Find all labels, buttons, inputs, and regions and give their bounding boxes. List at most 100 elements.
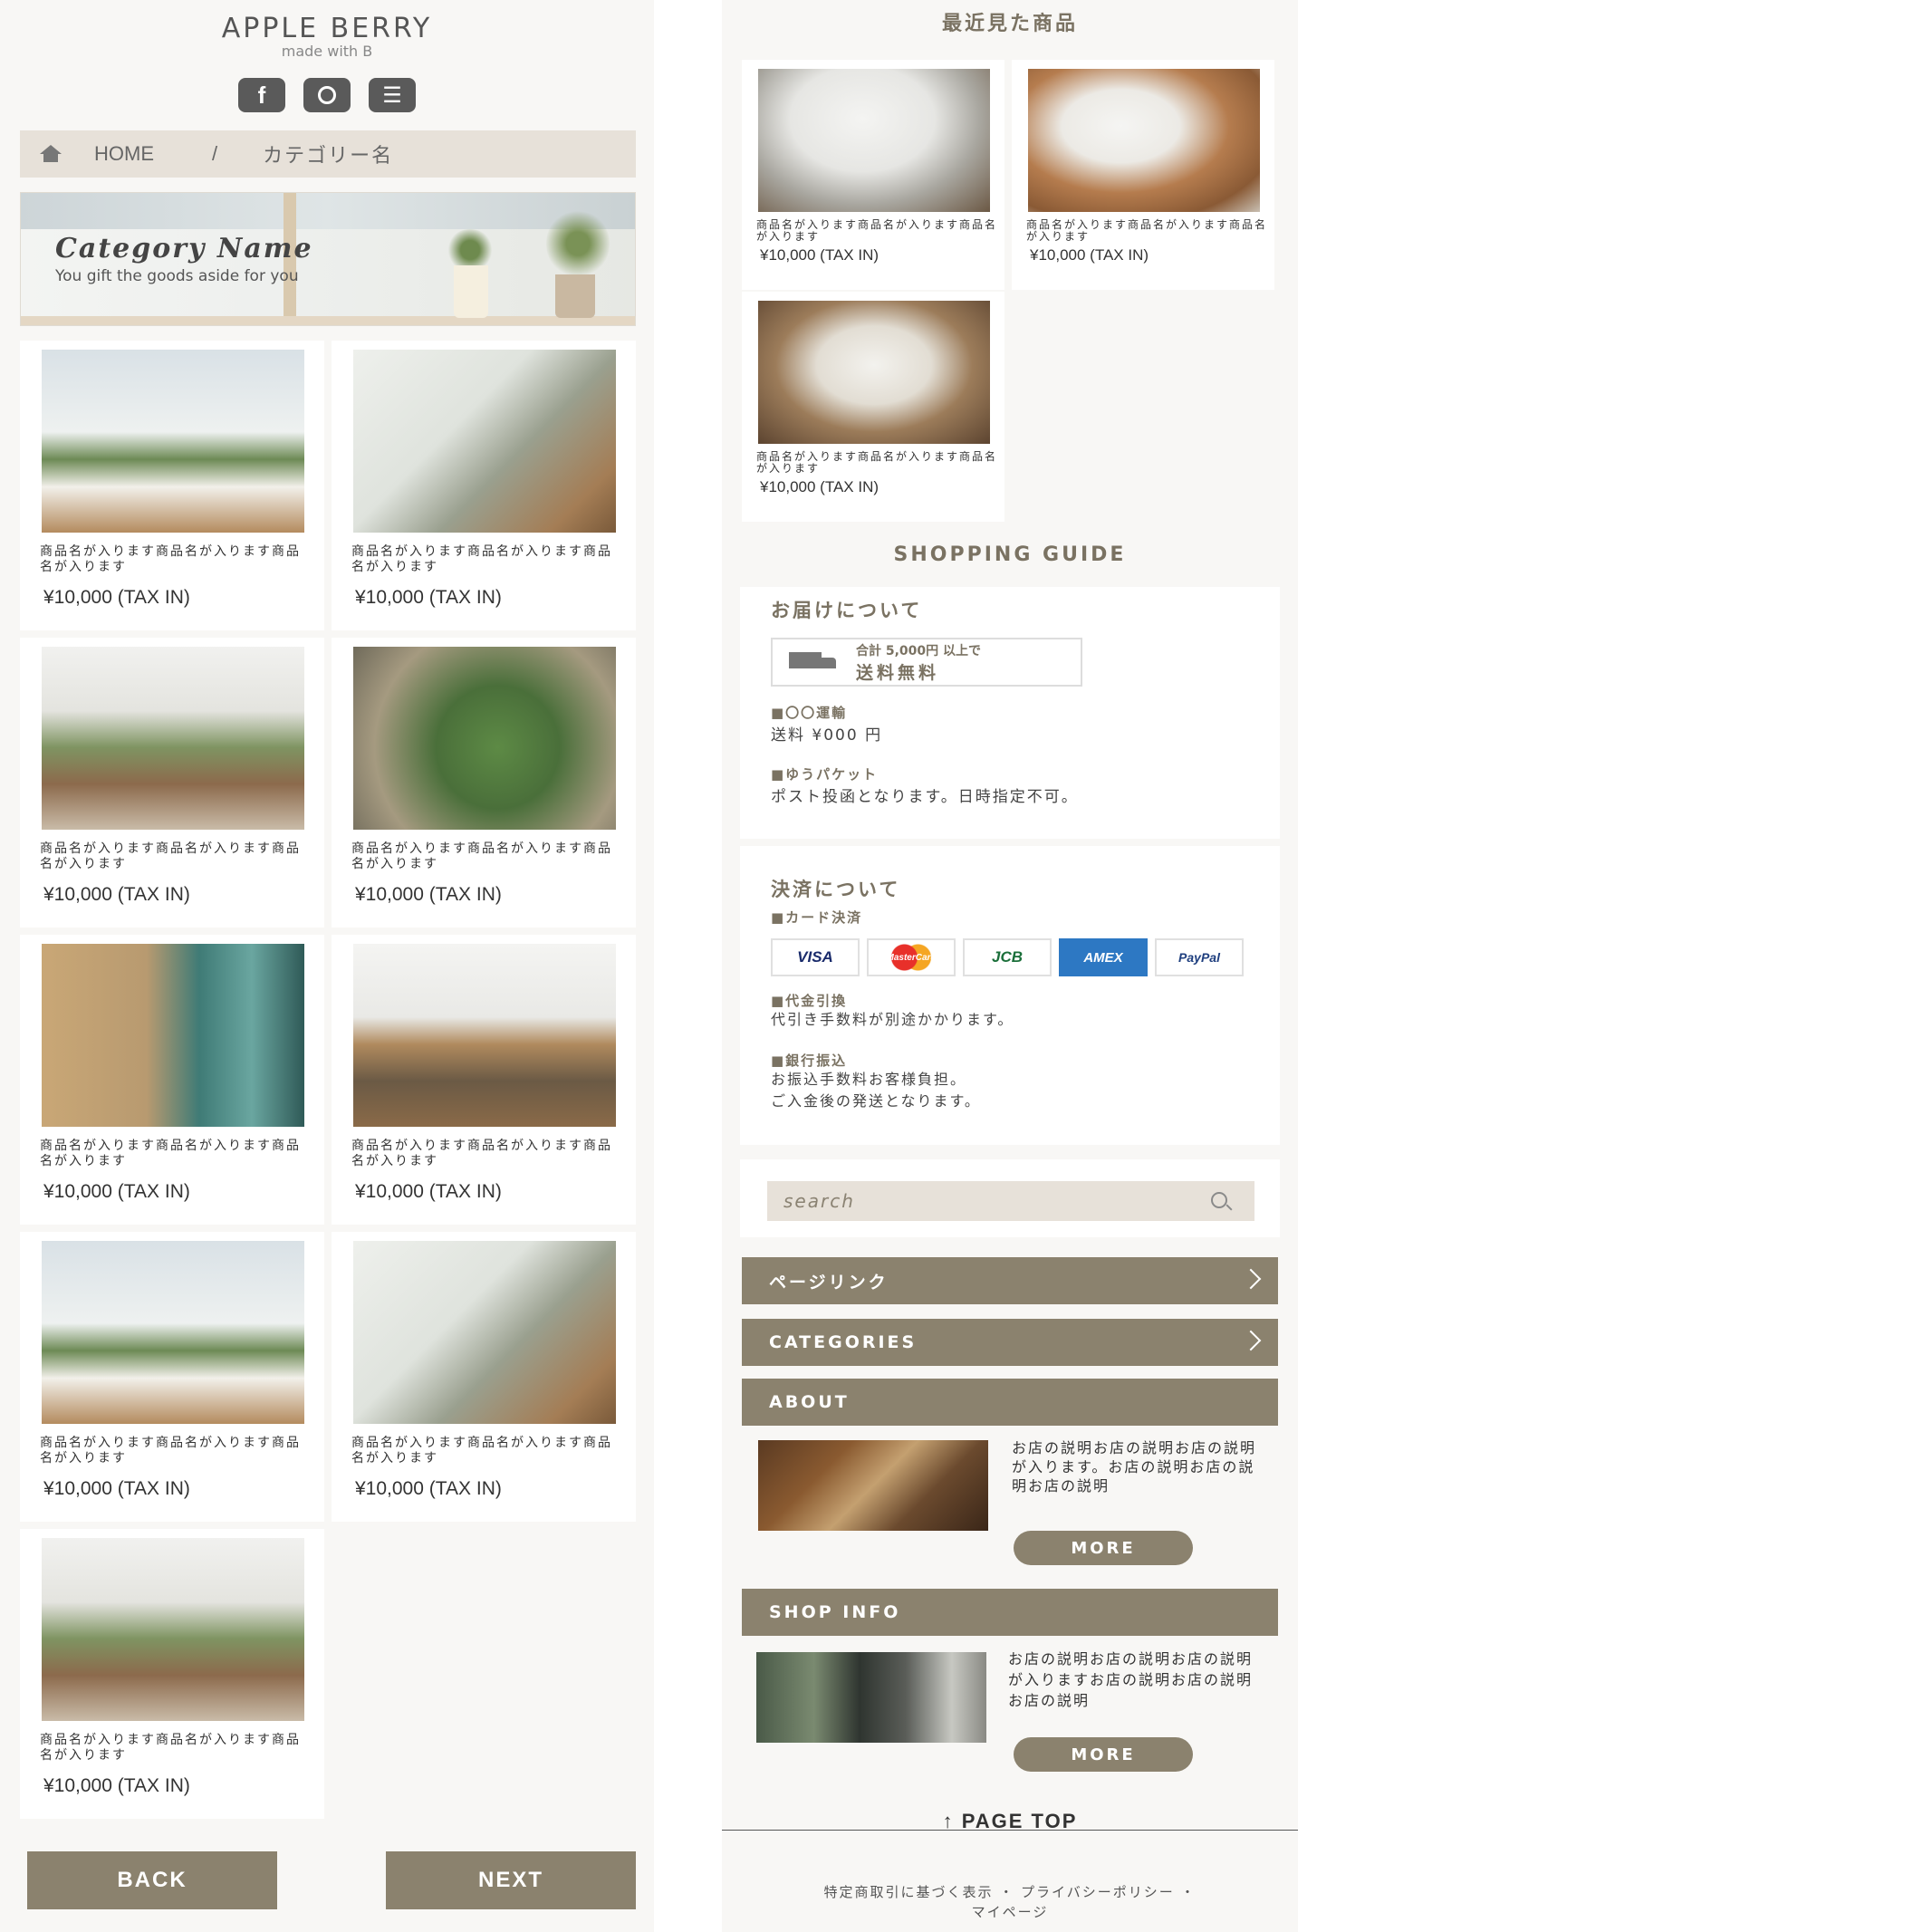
instagram-icon[interactable] xyxy=(303,78,351,112)
breadcrumb-separator: / xyxy=(212,142,218,165)
facebook-icon[interactable]: f xyxy=(238,78,285,112)
delivery-section: お届けについて 合計 5,000円 以上で 送料無料 ■〇〇運輸 送料 ¥000… xyxy=(740,587,1280,839)
recent-item-name[interactable]: 商品名が入ります商品名が入ります商品名が入ります xyxy=(1026,219,1271,243)
product-name[interactable]: 商品名が入ります商品名が入ります商品名が入ります xyxy=(40,841,308,872)
next-button[interactable]: NEXT xyxy=(386,1851,636,1909)
about-more-button[interactable]: MORE xyxy=(1014,1531,1193,1565)
product-name[interactable]: 商品名が入ります商品名が入ります商品名が入ります xyxy=(351,1436,620,1466)
product-card[interactable]: 商品名が入ります商品名が入ります商品名が入ります ¥10,000 (TAX IN… xyxy=(20,341,324,630)
product-name[interactable]: 商品名が入ります商品名が入ります商品名が入ります xyxy=(351,1139,620,1169)
product-name[interactable]: 商品名が入ります商品名が入ります商品名が入ります xyxy=(40,544,308,575)
about-image xyxy=(758,1440,988,1531)
product-price: ¥10,000 (TAX IN) xyxy=(43,1478,190,1499)
breadcrumb-current: カテゴリー名 xyxy=(263,144,394,167)
product-card[interactable]: 商品名が入ります商品名が入ります商品名が入ります ¥10,000 (TAX IN… xyxy=(332,638,636,928)
recent-item-image[interactable] xyxy=(758,69,990,212)
recent-item-name[interactable]: 商品名が入ります商品名が入ります商品名が入ります xyxy=(756,451,1001,475)
recent-item-image[interactable] xyxy=(758,301,990,444)
shop-image xyxy=(756,1652,986,1743)
recent-item-image[interactable] xyxy=(1028,69,1260,212)
recent-item[interactable]: 商品名が入ります商品名が入ります商品名が入ります ¥10,000 (TAX IN… xyxy=(742,60,1004,290)
search-input[interactable] xyxy=(767,1181,1254,1221)
product-image[interactable] xyxy=(42,1538,304,1721)
about-bar: ABOUT xyxy=(742,1379,1278,1426)
product-price: ¥10,000 (TAX IN) xyxy=(43,1775,190,1796)
product-card[interactable]: 商品名が入ります商品名が入ります商品名が入ります ¥10,000 (TAX IN… xyxy=(20,1232,324,1522)
page-link-bar[interactable]: ページリンク xyxy=(742,1257,1278,1304)
page-link-label: ページリンク xyxy=(769,1272,889,1293)
product-card[interactable]: 商品名が入ります商品名が入ります商品名が入ります ¥10,000 (TAX IN… xyxy=(20,638,324,928)
payment-heading: 決済について xyxy=(771,879,901,900)
amex-icon: AMEX xyxy=(1059,938,1148,976)
search-icon[interactable] xyxy=(1211,1192,1227,1208)
site-logo[interactable]: APPLE BERRY made with B xyxy=(0,13,654,60)
recent-items-title: 最近見た商品 xyxy=(941,13,1078,35)
jcb-icon: JCB xyxy=(963,938,1052,976)
bank-label: ■銀行振込 xyxy=(771,1053,848,1069)
delivery-heading: お届けについて xyxy=(771,600,923,621)
product-image[interactable] xyxy=(353,944,616,1127)
recent-item-price: ¥10,000 (TAX IN) xyxy=(1030,246,1149,264)
product-card[interactable]: 商品名が入ります商品名が入ります商品名が入ります ¥10,000 (TAX IN… xyxy=(332,341,636,630)
product-name[interactable]: 商品名が入ります商品名が入ります商品名が入ります xyxy=(351,544,620,575)
product-image[interactable] xyxy=(353,350,616,533)
product-name[interactable]: 商品名が入ります商品名が入ります商品名が入ります xyxy=(351,841,620,872)
product-image[interactable] xyxy=(353,647,616,830)
cod-text: 代引き手数料が別途かかります。 xyxy=(771,1011,1014,1028)
product-card[interactable]: 商品名が入ります商品名が入ります商品名が入ります ¥10,000 (TAX IN… xyxy=(20,1529,324,1819)
recent-item-name[interactable]: 商品名が入ります商品名が入ります商品名が入ります xyxy=(756,219,1001,243)
free-shipping-label: 送料無料 xyxy=(856,662,940,683)
categories-bar[interactable]: CATEGORIES xyxy=(742,1319,1278,1366)
truck-icon xyxy=(789,650,840,674)
bank-text-1: お振込手数料お客様負担。 xyxy=(771,1071,967,1088)
product-price: ¥10,000 (TAX IN) xyxy=(43,1181,190,1202)
recent-item-price: ¥10,000 (TAX IN) xyxy=(760,246,879,264)
product-price: ¥10,000 (TAX IN) xyxy=(355,1181,502,1202)
category-subtitle: You gift the goods aside for you xyxy=(55,267,299,285)
product-card[interactable]: 商品名が入ります商品名が入ります商品名が入ります ¥10,000 (TAX IN… xyxy=(332,1232,636,1522)
product-price: ¥10,000 (TAX IN) xyxy=(355,884,502,905)
about-text: お店の説明お店の説明お店の説明が入ります。お店の説明お店の説明お店の説明 xyxy=(1012,1439,1257,1495)
search-box xyxy=(740,1159,1280,1237)
carrier2-text: ポスト投函となります。日時指定不可。 xyxy=(771,788,1079,806)
logo-title: APPLE BERRY xyxy=(221,13,433,44)
product-price: ¥10,000 (TAX IN) xyxy=(43,587,190,608)
product-image[interactable] xyxy=(42,1241,304,1424)
social-links: f ☰ xyxy=(0,78,654,112)
footer-links: 特定商取引に基づく表示 ・ プライバシーポリシー ・ マイページ xyxy=(758,1882,1262,1922)
back-button[interactable]: BACK xyxy=(27,1851,277,1909)
shop-info-label: SHOP INFO xyxy=(769,1602,901,1622)
product-name[interactable]: 商品名が入ります商品名が入ります商品名が入ります xyxy=(40,1733,308,1764)
chevron-right-icon xyxy=(1240,1268,1262,1290)
sidebar-page: 最近見た商品 商品名が入ります商品名が入ります商品名が入ります ¥10,000 … xyxy=(722,0,1298,1932)
home-icon[interactable] xyxy=(38,145,63,163)
product-image[interactable] xyxy=(42,647,304,830)
categories-label: CATEGORIES xyxy=(769,1332,918,1352)
footer-mypage-link[interactable]: マイページ xyxy=(758,1902,1262,1922)
free-shipping-banner: 合計 5,000円 以上で 送料無料 xyxy=(771,638,1082,687)
menu-icon[interactable]: ☰ xyxy=(369,78,416,112)
recent-item[interactable]: 商品名が入ります商品名が入ります商品名が入ります ¥10,000 (TAX IN… xyxy=(742,292,1004,522)
paypal-icon: PayPal xyxy=(1155,938,1244,976)
shop-info-bar: SHOP INFO xyxy=(742,1589,1278,1636)
category-page: APPLE BERRY made with B f ☰ HOME / カテゴリー… xyxy=(0,0,654,1932)
product-grid: 商品名が入ります商品名が入ります商品名が入ります ¥10,000 (TAX IN… xyxy=(20,341,636,1819)
product-name[interactable]: 商品名が入ります商品名が入ります商品名が入ります xyxy=(40,1139,308,1169)
product-image[interactable] xyxy=(353,1241,616,1424)
footer-links-line1[interactable]: 特定商取引に基づく表示 ・ プライバシーポリシー ・ xyxy=(758,1882,1262,1902)
recent-item[interactable]: 商品名が入ります商品名が入ります商品名が入ります ¥10,000 (TAX IN… xyxy=(1012,60,1274,290)
breadcrumb: HOME / カテゴリー名 xyxy=(20,130,636,178)
product-image[interactable] xyxy=(42,350,304,533)
product-card[interactable]: 商品名が入ります商品名が入ります商品名が入ります ¥10,000 (TAX IN… xyxy=(20,935,324,1225)
product-image[interactable] xyxy=(42,944,304,1127)
product-price: ¥10,000 (TAX IN) xyxy=(355,1478,502,1499)
breadcrumb-home[interactable]: HOME xyxy=(94,142,154,166)
free-shipping-condition: 合計 5,000円 以上で xyxy=(856,643,982,658)
product-card[interactable]: 商品名が入ります商品名が入ります商品名が入ります ¥10,000 (TAX IN… xyxy=(332,935,636,1225)
shopping-guide-title: SHOPPING GUIDE xyxy=(893,543,1127,566)
product-name[interactable]: 商品名が入ります商品名が入ります商品名が入ります xyxy=(40,1436,308,1466)
carrier2-label: ■ゆうパケット xyxy=(771,766,879,783)
shop-info-more-button[interactable]: MORE xyxy=(1014,1737,1193,1772)
recent-item-price: ¥10,000 (TAX IN) xyxy=(760,478,879,495)
category-banner: Category Name You gift the goods aside f… xyxy=(20,192,636,326)
